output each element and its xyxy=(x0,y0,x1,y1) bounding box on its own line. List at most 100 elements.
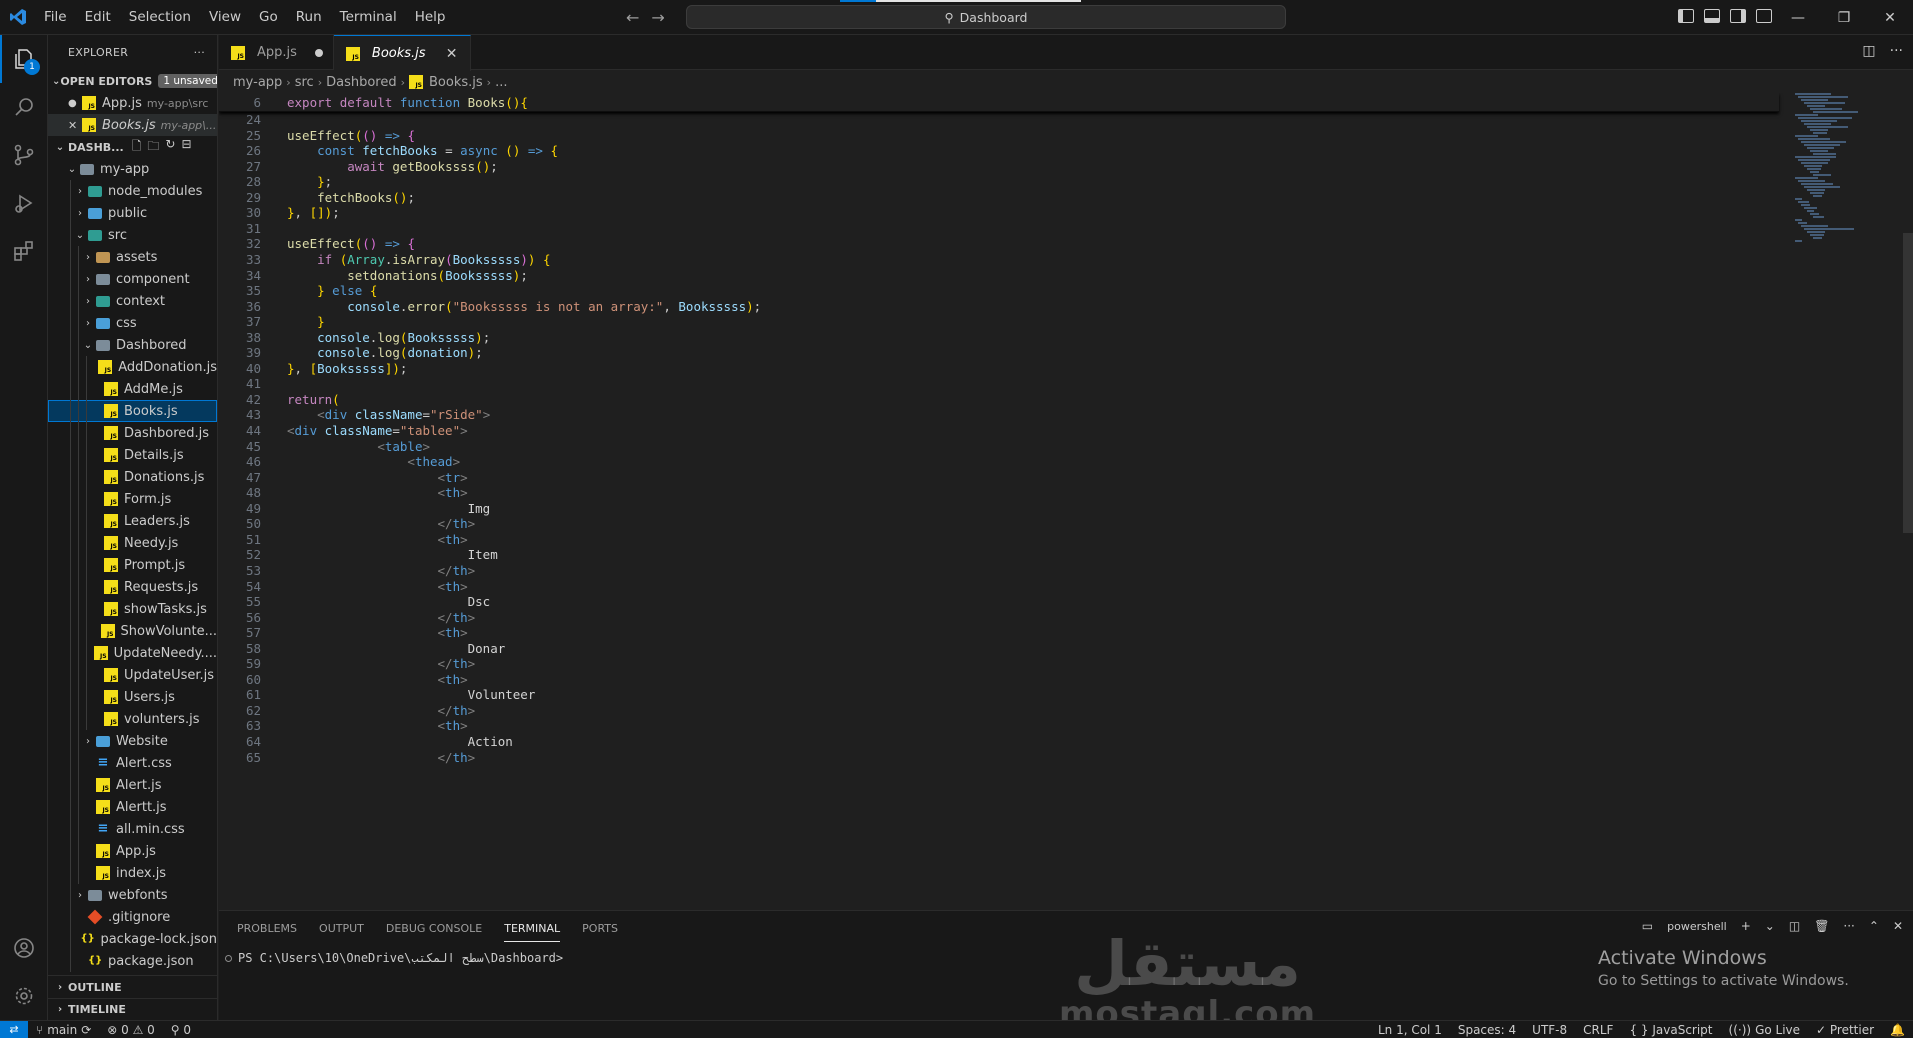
tree-file[interactable]: volunters.js xyxy=(48,708,217,730)
unsaved-dot-icon[interactable]: ● xyxy=(68,98,82,109)
tree-folder[interactable]: › css xyxy=(48,312,217,334)
tree-folder[interactable]: › node_modules xyxy=(48,180,217,202)
tree-folder[interactable]: › Website xyxy=(48,730,217,752)
terminal-output[interactable]: PS C:\Users\10\OneDrive\سطح المكتب\Dashb… xyxy=(225,951,563,965)
tree-folder[interactable]: ⌄ Dashbored xyxy=(48,334,217,356)
open-editors-header[interactable]: ⌄ OPEN EDITORS 1 unsaved xyxy=(48,70,217,92)
command-center-search[interactable]: ⚲ Dashboard xyxy=(686,5,1286,29)
trash-icon[interactable]: 🗑 xyxy=(1814,919,1829,933)
tree-file[interactable]: App.js xyxy=(48,840,217,862)
tree-file[interactable]: AddDonation.js xyxy=(48,356,217,378)
tree-file[interactable]: UpdateUser.js xyxy=(48,664,217,686)
tree-file[interactable]: Donations.js xyxy=(48,466,217,488)
toggle-panel-icon[interactable] xyxy=(1704,9,1720,23)
tree-file[interactable]: index.js xyxy=(48,862,217,884)
tree-folder[interactable]: › public xyxy=(48,202,217,224)
language-mode[interactable]: { } JavaScript xyxy=(1621,1023,1720,1037)
remote-indicator-icon[interactable]: ⇄ xyxy=(0,1020,28,1038)
go-live-button[interactable]: ((·)) Go Live xyxy=(1721,1023,1809,1037)
run-debug-icon[interactable] xyxy=(0,179,48,227)
tree-file[interactable]: {} package-lock.json xyxy=(48,928,217,950)
tab-app-js[interactable]: App.js xyxy=(219,35,334,70)
menu-go[interactable]: Go xyxy=(250,0,287,35)
tree-folder[interactable]: ⌄ src xyxy=(48,224,217,246)
account-icon[interactable] xyxy=(0,924,48,972)
menu-run[interactable]: Run xyxy=(287,0,331,35)
tab-output[interactable]: OUTPUT xyxy=(319,922,364,935)
manage-gear-icon[interactable] xyxy=(0,972,48,1020)
outline-section[interactable]: › OUTLINE xyxy=(48,976,217,998)
close-icon[interactable]: ✕ xyxy=(444,46,460,62)
workspace-header[interactable]: ⌄ DASHB... 🗋 🗀 ↻ ⊟ xyxy=(48,136,217,158)
tree-file[interactable]: .gitignore xyxy=(48,906,217,928)
code-editor[interactable]: 6 export default function Books(){ 24 25 u… xyxy=(219,93,1913,910)
minimize-icon[interactable]: — xyxy=(1775,0,1821,35)
unsaved-dot-icon[interactable] xyxy=(314,48,323,57)
tree-folder[interactable]: › component xyxy=(48,268,217,290)
restore-icon[interactable]: ❐ xyxy=(1821,0,1867,35)
collapse-all-icon[interactable]: ⊟ xyxy=(181,137,191,158)
explorer-icon[interactable]: 1 xyxy=(0,35,48,83)
toggle-primary-sidebar-icon[interactable] xyxy=(1678,9,1694,23)
tree-file[interactable]: Users.js xyxy=(48,686,217,708)
maximize-panel-icon[interactable]: ⌃ xyxy=(1869,919,1879,933)
tree-file[interactable]: Alert.js xyxy=(48,774,217,796)
menu-file[interactable]: File xyxy=(35,0,76,35)
tree-file[interactable]: Requests.js xyxy=(48,576,217,598)
tree-file[interactable]: Needy.js xyxy=(48,532,217,554)
menu-help[interactable]: Help xyxy=(406,0,455,35)
open-editor-app-js[interactable]: ● App.js my-app\src xyxy=(48,92,217,114)
tree-file[interactable]: Books.js xyxy=(48,400,217,422)
notifications-bell-icon[interactable]: 🔔 xyxy=(1882,1023,1913,1037)
cursor-position[interactable]: Ln 1, Col 1 xyxy=(1370,1023,1450,1037)
tree-folder[interactable]: › context xyxy=(48,290,217,312)
more-actions-icon[interactable]: ··· xyxy=(194,46,205,59)
breadcrumb-item[interactable]: src xyxy=(295,75,314,90)
indentation[interactable]: Spaces: 4 xyxy=(1450,1023,1524,1037)
sticky-scroll-header[interactable]: 6 export default function Books(){ xyxy=(219,93,1779,112)
branch-status[interactable]: ⑂ main ⟳ xyxy=(28,1023,99,1037)
tree-file[interactable]: {} package.json xyxy=(48,950,217,972)
problems-status[interactable]: ⊗ 0 ⚠ 0 xyxy=(99,1023,163,1037)
tree-file[interactable]: Form.js xyxy=(48,488,217,510)
tree-file[interactable]: UpdateNeedy.... xyxy=(48,642,217,664)
tree-file[interactable]: Dashbored.js xyxy=(48,422,217,444)
source-control-icon[interactable] xyxy=(0,131,48,179)
tree-file[interactable]: ShowVolunte... xyxy=(48,620,217,642)
breadcrumb-item[interactable]: ... xyxy=(495,75,507,90)
open-editor-books-js[interactable]: ✕ Books.js my-app\... xyxy=(48,114,217,136)
tree-folder[interactable]: ⌄ my-app xyxy=(48,158,217,180)
search-icon[interactable] xyxy=(0,83,48,131)
more-actions-icon[interactable]: ··· xyxy=(1843,919,1854,933)
tree-file[interactable]: Alertt.js xyxy=(48,796,217,818)
ports-status[interactable]: ⚲ 0 xyxy=(163,1023,199,1037)
more-actions-icon[interactable]: ··· xyxy=(1890,43,1903,59)
tree-file[interactable]: Prompt.js xyxy=(48,554,217,576)
tab-ports[interactable]: PORTS xyxy=(582,922,618,935)
tree-file[interactable]: Details.js xyxy=(48,444,217,466)
tree-folder[interactable]: › assets xyxy=(48,246,217,268)
tab-problems[interactable]: PROBLEMS xyxy=(237,922,297,935)
breadcrumb-item[interactable]: Dashbored xyxy=(326,75,397,90)
new-terminal-icon[interactable]: + xyxy=(1741,919,1751,933)
timeline-section[interactable]: › TIMELINE xyxy=(48,998,217,1020)
close-icon[interactable]: ✕ xyxy=(1867,0,1913,35)
new-folder-icon[interactable]: 🗀 xyxy=(147,137,159,158)
shell-name[interactable]: powershell xyxy=(1667,920,1727,933)
tree-file[interactable]: Leaders.js xyxy=(48,510,217,532)
chevron-down-icon[interactable]: ⌄ xyxy=(1765,919,1775,933)
end-of-line[interactable]: CRLF xyxy=(1575,1023,1621,1037)
vertical-scrollbar[interactable] xyxy=(1903,233,1913,533)
customize-layout-icon[interactable] xyxy=(1756,9,1772,23)
split-terminal-icon[interactable]: ◫ xyxy=(1789,919,1800,933)
back-arrow-icon[interactable]: ← xyxy=(626,8,639,27)
refresh-icon[interactable]: ↻ xyxy=(165,137,175,158)
toggle-secondary-sidebar-icon[interactable] xyxy=(1730,9,1746,23)
tab-debug-console[interactable]: DEBUG CONSOLE xyxy=(386,922,482,935)
menu-selection[interactable]: Selection xyxy=(120,0,200,35)
tree-file[interactable]: ≡ Alert.css xyxy=(48,752,217,774)
encoding[interactable]: UTF-8 xyxy=(1524,1023,1575,1037)
menu-view[interactable]: View xyxy=(200,0,250,35)
tree-file[interactable]: showTasks.js xyxy=(48,598,217,620)
extensions-icon[interactable] xyxy=(0,227,48,275)
